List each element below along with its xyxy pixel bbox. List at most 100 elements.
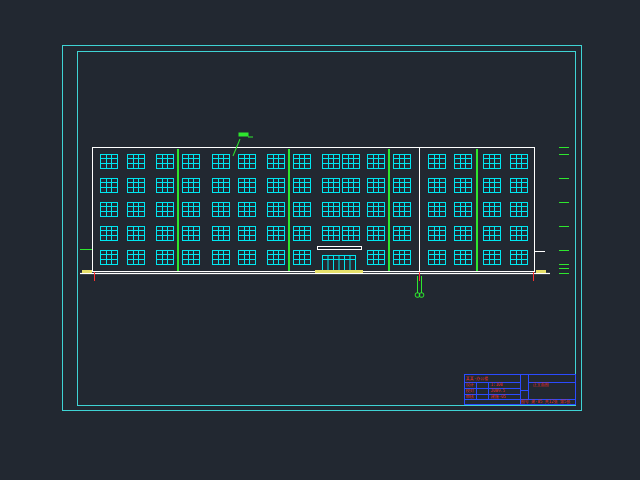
field-designer: 设计	[466, 381, 474, 387]
window	[322, 178, 340, 193]
window	[367, 226, 385, 241]
window	[322, 202, 340, 217]
window	[393, 154, 411, 169]
facade-outline	[92, 147, 535, 272]
window	[267, 178, 285, 193]
window	[483, 226, 501, 241]
window	[127, 226, 145, 241]
window	[483, 202, 501, 217]
window	[212, 226, 230, 241]
window	[267, 250, 285, 265]
window	[428, 250, 446, 265]
window	[367, 154, 385, 169]
window	[182, 178, 200, 193]
window	[156, 154, 174, 169]
flag-marker	[232, 132, 253, 157]
window	[293, 154, 311, 169]
window	[100, 226, 118, 241]
window	[510, 226, 528, 241]
pilaster-lines	[177, 149, 478, 271]
window	[156, 250, 174, 265]
window	[510, 178, 528, 193]
field-sheet: 建施-05	[491, 393, 507, 399]
title-block-footer: 图号 建-05 共12张 第5张	[521, 398, 571, 404]
window	[454, 202, 472, 217]
cad-drawing-canvas: 某某·办公楼 正立面图 设计 校对 审核 1:100 2009.5 建施-05 …	[62, 45, 582, 411]
window	[393, 250, 411, 265]
drawing-name: 正立面图	[533, 381, 549, 387]
field-checker: 校对	[466, 387, 474, 393]
window	[342, 226, 360, 241]
window	[156, 226, 174, 241]
window	[267, 154, 285, 169]
window	[393, 178, 411, 193]
window	[510, 154, 528, 169]
window	[322, 154, 340, 169]
window	[238, 178, 256, 193]
entrance-canopy	[317, 246, 362, 250]
window	[100, 202, 118, 217]
window	[454, 250, 472, 265]
window	[342, 202, 360, 217]
window	[483, 178, 501, 193]
entrance-steps	[315, 270, 363, 273]
front-elevation	[80, 132, 569, 298]
window	[428, 202, 446, 217]
window	[428, 154, 446, 169]
window	[212, 178, 230, 193]
project-name: 某某·办公楼	[466, 375, 488, 381]
window	[238, 250, 256, 265]
window	[393, 202, 411, 217]
grade-hatch-right	[536, 270, 546, 273]
window	[238, 202, 256, 217]
window	[428, 226, 446, 241]
window	[156, 202, 174, 217]
field-approver: 审核	[466, 393, 474, 399]
window	[322, 226, 340, 241]
window-grid	[100, 154, 528, 265]
window	[238, 226, 256, 241]
window	[182, 226, 200, 241]
window	[127, 250, 145, 265]
window	[454, 226, 472, 241]
window	[100, 154, 118, 169]
window	[182, 154, 200, 169]
window	[293, 202, 311, 217]
window	[454, 154, 472, 169]
entrance-door	[322, 255, 356, 272]
window	[367, 202, 385, 217]
window	[293, 250, 311, 265]
window	[293, 178, 311, 193]
window	[182, 202, 200, 217]
window	[393, 226, 411, 241]
window	[100, 178, 118, 193]
window	[100, 250, 118, 265]
window	[182, 250, 200, 265]
window	[127, 154, 145, 169]
window	[483, 250, 501, 265]
window	[454, 178, 472, 193]
window	[510, 250, 528, 265]
title-block-fields: 设计 校对 审核 1:100 2009.5 建施-05	[466, 381, 507, 399]
window	[367, 178, 385, 193]
grade-hatch-left	[82, 270, 92, 273]
field-scale: 1:100	[491, 382, 504, 387]
window	[483, 154, 501, 169]
window	[510, 202, 528, 217]
dimension-marks	[94, 272, 534, 298]
window	[127, 178, 145, 193]
window	[212, 250, 230, 265]
window	[342, 178, 360, 193]
window	[342, 154, 360, 169]
window	[156, 178, 174, 193]
window	[212, 154, 230, 169]
window	[293, 226, 311, 241]
window	[127, 202, 145, 217]
field-date: 2009.5	[491, 388, 506, 393]
window	[267, 226, 285, 241]
window	[267, 202, 285, 217]
window	[212, 202, 230, 217]
title-block: 某某·办公楼 正立面图 设计 校对 审核 1:100 2009.5 建施-05 …	[464, 374, 576, 405]
window	[238, 154, 256, 169]
window	[428, 178, 446, 193]
